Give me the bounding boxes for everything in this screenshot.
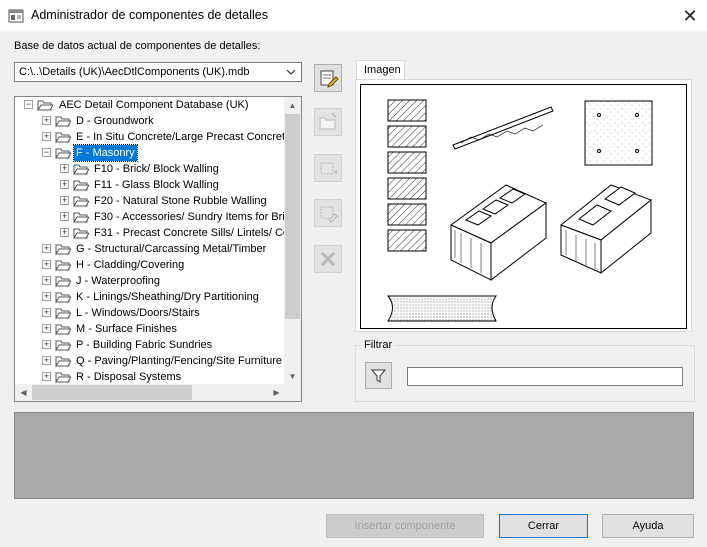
folder-open-icon bbox=[55, 308, 71, 319]
expand-icon[interactable]: + bbox=[60, 196, 69, 205]
scroll-thumb-horizontal[interactable] bbox=[32, 385, 192, 400]
expand-icon[interactable]: + bbox=[60, 180, 69, 189]
component-description-area bbox=[14, 412, 694, 499]
tree-item-label: M - Surface Finishes bbox=[76, 323, 177, 335]
folder-open-icon bbox=[73, 164, 89, 175]
tab-imagen[interactable]: Imagen bbox=[356, 60, 405, 81]
expand-icon[interactable]: + bbox=[42, 260, 51, 269]
expand-icon[interactable]: + bbox=[42, 356, 51, 365]
folder-open-icon bbox=[55, 244, 71, 255]
expand-icon[interactable]: + bbox=[42, 116, 51, 125]
tree-item-label: Q - Paving/Planting/Fencing/Site Furnitu… bbox=[76, 355, 283, 367]
database-label: Base de datos actual de componentes de d… bbox=[14, 40, 260, 52]
new-component-button[interactable] bbox=[314, 154, 342, 182]
help-button[interactable]: Ayuda bbox=[602, 514, 694, 538]
expand-icon[interactable]: + bbox=[42, 276, 51, 285]
expand-icon[interactable]: + bbox=[60, 228, 69, 237]
hollow-block-1 bbox=[450, 184, 547, 282]
scroll-left-icon[interactable]: ◀ bbox=[15, 384, 32, 401]
expand-icon[interactable]: + bbox=[42, 308, 51, 317]
new-component-icon bbox=[320, 162, 338, 175]
scroll-right-icon[interactable]: ▶ bbox=[268, 384, 285, 401]
folder-open-icon bbox=[55, 292, 71, 303]
expand-icon[interactable]: + bbox=[42, 372, 51, 381]
folder-open-icon bbox=[55, 372, 71, 383]
tree-item-label: F - Masonry bbox=[73, 144, 138, 162]
folder-open-icon bbox=[73, 212, 89, 223]
tree-item-label: R - Disposal Systems bbox=[76, 371, 182, 383]
component-manager-icon bbox=[8, 9, 24, 23]
window-title: Administrador de componentes de detalles bbox=[31, 8, 268, 22]
filter-input[interactable] bbox=[407, 367, 683, 386]
expand-icon[interactable]: + bbox=[42, 340, 51, 349]
scrollbar-corner bbox=[284, 384, 301, 401]
tree-item-label: F30 - Accessories/ Sundry Items for Bric… bbox=[94, 211, 285, 223]
tree-item-label: F31 - Precast Concrete Sills/ Lintels/ C… bbox=[94, 227, 285, 239]
filter-label: Filtrar bbox=[362, 339, 395, 351]
close-button[interactable]: Cerrar bbox=[499, 514, 588, 538]
scroll-up-icon[interactable]: ▲ bbox=[284, 97, 301, 114]
database-label-text: Base de datos actual de componentes de d… bbox=[14, 40, 261, 52]
expand-icon[interactable]: + bbox=[42, 324, 51, 333]
delete-icon bbox=[320, 251, 336, 267]
folder-open-icon bbox=[55, 324, 71, 335]
tree-item-label: H - Cladding/Covering bbox=[76, 259, 185, 271]
new-folder-icon bbox=[319, 112, 337, 130]
tree-item-label: G - Structural/Carcassing Metal/Timber bbox=[76, 243, 267, 255]
expand-icon[interactable]: + bbox=[42, 132, 51, 141]
collapse-icon[interactable]: − bbox=[24, 100, 33, 109]
scroll-thumb[interactable] bbox=[285, 114, 300, 319]
masonry-thumbnail bbox=[386, 99, 653, 322]
expand-icon[interactable]: + bbox=[60, 164, 69, 173]
folder-open-icon bbox=[73, 180, 89, 191]
edit-database-button[interactable] bbox=[314, 64, 342, 92]
hollow-block-2 bbox=[560, 184, 652, 275]
folder-open-icon bbox=[73, 228, 89, 239]
database-path: C:\..\Details (UK)\AecDtlComponents (UK)… bbox=[19, 66, 250, 78]
tree-item-label: L - Windows/Doors/Stairs bbox=[76, 307, 200, 319]
close-icon[interactable]: ✕ bbox=[678, 4, 702, 28]
edit-database-icon bbox=[320, 70, 339, 88]
filter-button[interactable] bbox=[365, 362, 392, 389]
database-combobox[interactable]: C:\..\Details (UK)\AecDtlComponents (UK)… bbox=[14, 62, 302, 82]
folder-open-icon bbox=[37, 100, 53, 111]
folder-open-icon bbox=[73, 196, 89, 207]
folder-open-icon bbox=[55, 116, 71, 127]
expand-icon[interactable]: + bbox=[42, 292, 51, 301]
folder-open-icon bbox=[55, 260, 71, 271]
new-category-button[interactable] bbox=[314, 108, 342, 136]
component-tree[interactable]: − AEC Detail Component Database (UK) + D … bbox=[14, 96, 302, 402]
tree-root-label: AEC Detail Component Database (UK) bbox=[59, 99, 249, 111]
expand-icon[interactable]: + bbox=[42, 244, 51, 253]
scroll-down-icon[interactable]: ▼ bbox=[284, 368, 301, 385]
folder-open-icon bbox=[55, 132, 71, 143]
tree-item-label: J - Waterproofing bbox=[76, 275, 160, 287]
tree-item-label: P - Building Fabric Sundries bbox=[76, 339, 213, 351]
expand-icon[interactable]: + bbox=[60, 212, 69, 221]
tree-item-label: D - Groundwork bbox=[76, 115, 154, 127]
tree-vertical-scrollbar[interactable]: ▲ ▼ bbox=[284, 97, 301, 385]
folder-open-icon bbox=[55, 148, 71, 159]
tree-item-label: F20 - Natural Stone Rubble Walling bbox=[94, 195, 267, 207]
insert-component-button[interactable]: Insertar componente bbox=[326, 514, 484, 538]
edit-component-icon bbox=[320, 206, 338, 223]
delete-button[interactable] bbox=[314, 245, 342, 273]
edit-component-button[interactable] bbox=[314, 199, 342, 227]
chevron-down-icon bbox=[286, 69, 296, 75]
tree-item-label: E - In Situ Concrete/Large Precast Concr… bbox=[76, 131, 285, 143]
component-preview-image bbox=[360, 84, 687, 329]
tree-content: − AEC Detail Component Database (UK) + D … bbox=[15, 97, 285, 385]
tree-item-label: K - Linings/Sheathing/Dry Partitioning bbox=[76, 291, 259, 303]
image-panel bbox=[355, 79, 692, 332]
tree-item-label: F10 - Brick/ Block Walling bbox=[94, 163, 219, 175]
collapse-icon[interactable]: − bbox=[42, 148, 51, 157]
folder-open-icon bbox=[55, 276, 71, 287]
tree-horizontal-scrollbar[interactable]: ◀ ▶ bbox=[15, 384, 285, 401]
tree-item-label: F11 - Glass Block Walling bbox=[94, 179, 219, 191]
folder-open-icon bbox=[55, 340, 71, 351]
filter-icon bbox=[370, 369, 387, 383]
title-bar: Administrador de componentes de detalles… bbox=[0, 0, 707, 32]
folder-open-icon bbox=[55, 356, 71, 367]
